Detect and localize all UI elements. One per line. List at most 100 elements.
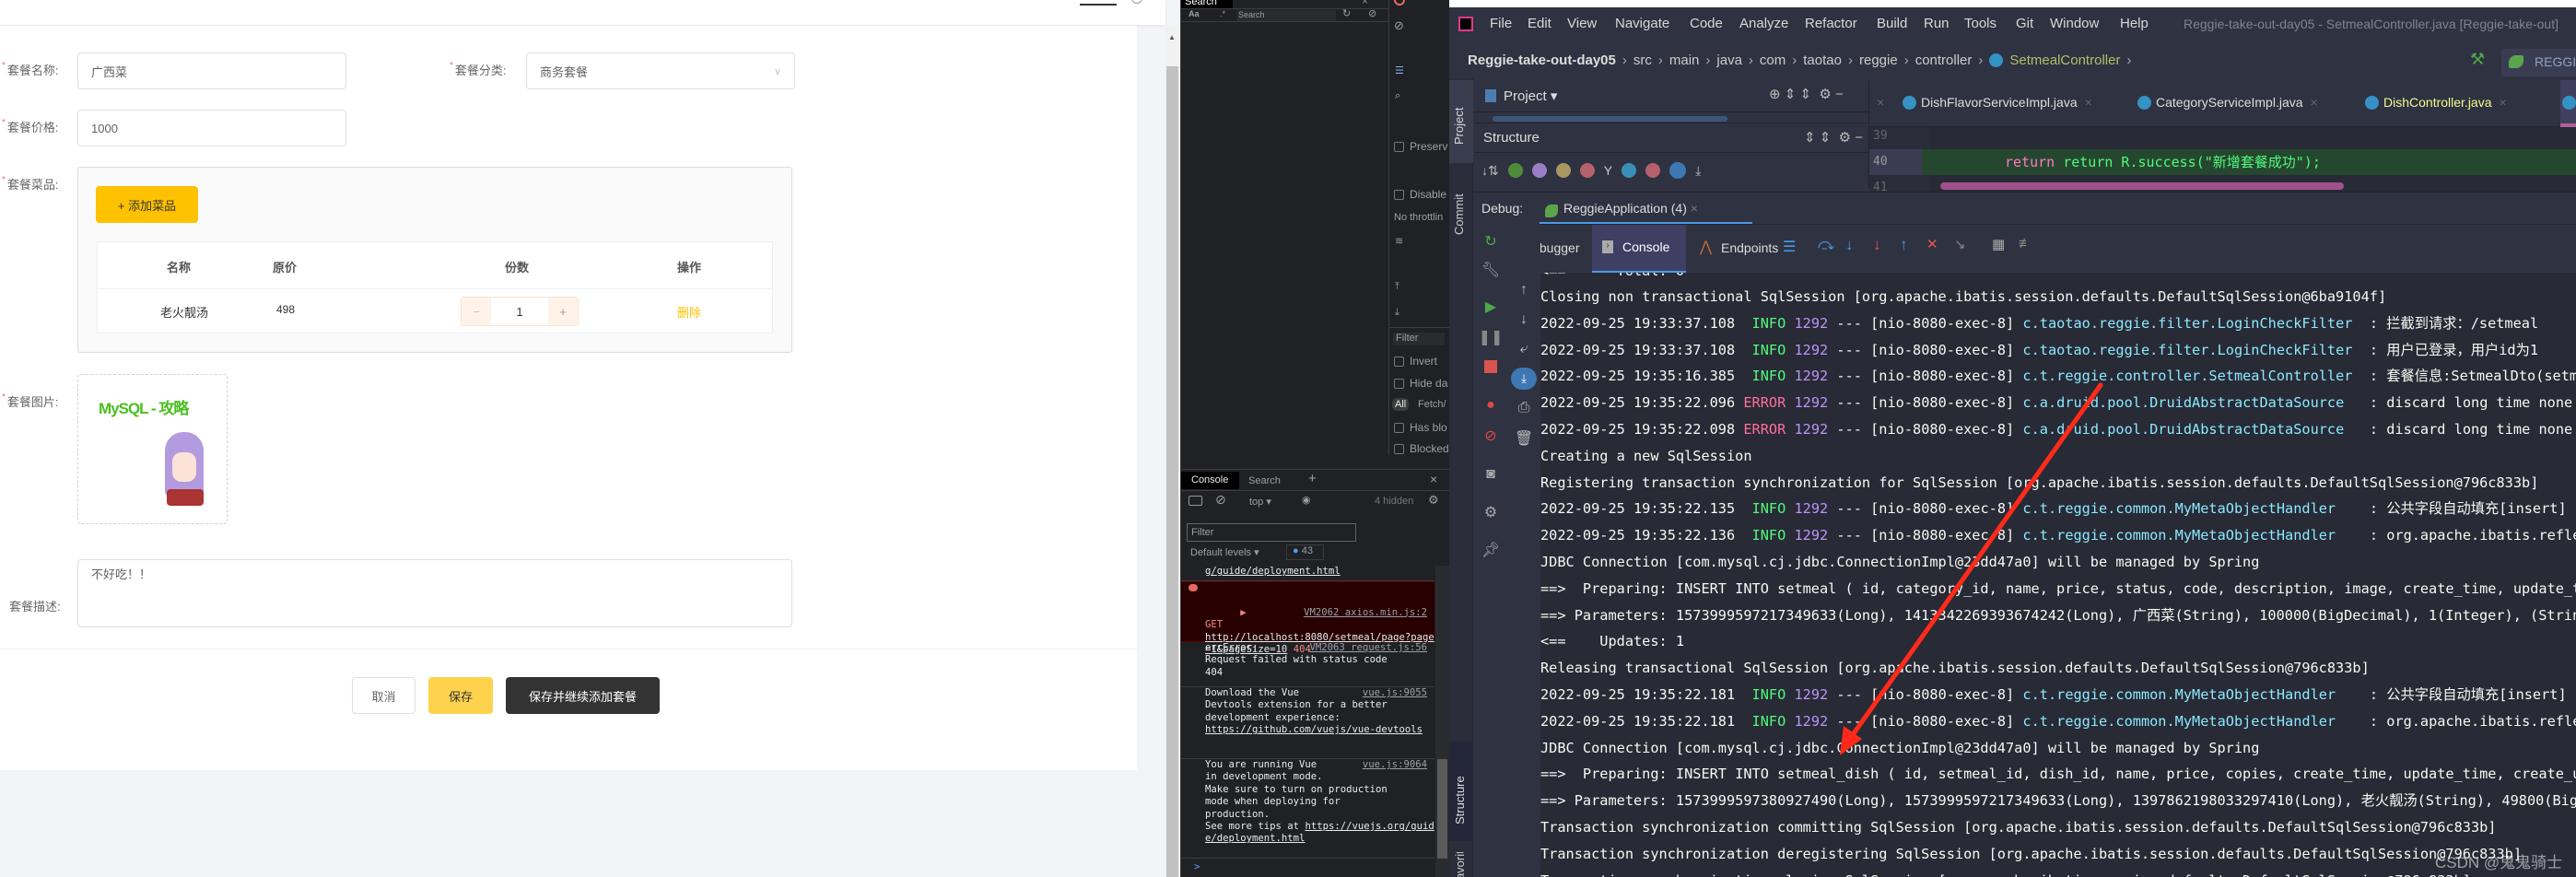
message-source-link[interactable]: VM2062 axios.min.js:2 xyxy=(1304,607,1427,619)
message-source-link[interactable]: vue.js:9064 xyxy=(1363,759,1427,771)
category-select[interactable]: 商务套餐 ∨ xyxy=(526,53,795,89)
add-tab-icon[interactable]: + xyxy=(1308,471,1317,486)
name-input[interactable]: 广西菜 xyxy=(77,53,346,89)
blocked-label: Blocked xyxy=(1410,442,1449,455)
context-select[interactable]: top ▾ xyxy=(1249,496,1271,508)
filter-icon[interactable]: ☰ xyxy=(1395,64,1404,76)
description-value: 不好吃！！ xyxy=(91,567,152,581)
blocked-requests-checkbox[interactable]: Blocked xyxy=(1394,442,1449,455)
cancel-button[interactable]: 取消 xyxy=(352,677,416,714)
dishes-label: * 套餐菜品: xyxy=(2,175,59,192)
search-toolbar: Aa .* Search ↻ ⊘ xyxy=(1181,8,1389,22)
image-uploader[interactable]: MySQL - 攻略 xyxy=(77,374,228,524)
live-expression-icon[interactable]: ◉ xyxy=(1302,494,1311,506)
console-scrollbar[interactable] xyxy=(1435,566,1449,877)
page-scrollbar[interactable]: ▲ xyxy=(1165,26,1179,877)
sidebar-toggle-icon[interactable] xyxy=(1188,496,1202,506)
close-drawer-icon[interactable]: × xyxy=(1430,472,1437,486)
price-input-value: 1000 xyxy=(91,121,118,135)
tab-console[interactable]: Console xyxy=(1181,472,1239,489)
console-message: VM2063 request.js:56 errError: Request fa… xyxy=(1181,642,1434,687)
message-source-link[interactable]: vue.js:9055 xyxy=(1363,687,1427,699)
network-filter-input[interactable]: Filter xyxy=(1393,333,1445,345)
chevron-down-icon: ∨ xyxy=(773,65,781,77)
message-text: Download the Vue Devtools extension for … xyxy=(1205,687,1388,723)
save-button[interactable]: 保存 xyxy=(428,677,493,714)
message-source-link[interactable]: VM2063 request.js:56 xyxy=(1309,642,1427,654)
network-sidebar: ⊘ ☰ ⌕ Preserv Disable No throttlin ≋ ⤒ ⤓… xyxy=(1389,0,1449,455)
web-page: * 套餐名称: 广西菜 * 套餐分类: 商务套餐 ∨ * 套餐价格: 1000 * 套餐菜… xyxy=(0,0,1180,877)
divider xyxy=(1389,327,1449,328)
save-continue-button[interactable]: 保存并继续添加套餐 xyxy=(506,677,660,714)
dishes-box: + 添加菜品 名称 原价 份数 操作 老火靓汤 498 − 1 + 删除 xyxy=(77,167,792,353)
name-input-value: 广西菜 xyxy=(91,64,128,79)
dish-name: 老火靓汤 xyxy=(160,306,209,320)
regex-toggle[interactable]: .* xyxy=(1220,9,1225,18)
category-label-text: 套餐分类: xyxy=(454,64,507,77)
invert-checkbox[interactable]: Invert xyxy=(1394,355,1437,368)
disable-cache-checkbox[interactable]: Disable xyxy=(1394,188,1446,201)
arrow-shaft xyxy=(1844,382,2103,745)
console-filter-input[interactable]: Filter xyxy=(1187,523,1356,542)
search-input[interactable]: Search xyxy=(1236,10,1336,21)
has-blocked-cookies-checkbox[interactable]: Has blo xyxy=(1394,421,1447,434)
tab-search[interactable]: Search xyxy=(1248,475,1281,486)
hidden-count: 4 hidden xyxy=(1375,496,1414,507)
preserve-log-label: Preserv xyxy=(1410,140,1448,153)
refresh-icon[interactable]: ↻ xyxy=(1342,7,1351,19)
price-input[interactable]: 1000 xyxy=(77,110,346,146)
scroll-up-icon[interactable]: ▲ xyxy=(1168,33,1176,41)
header-circle-icon[interactable] xyxy=(1131,0,1142,4)
red-annotation-arrow xyxy=(1840,382,2103,755)
messages-icon: ● xyxy=(1293,545,1302,556)
search-icon[interactable]: ⌕ xyxy=(1395,90,1400,102)
search-tab[interactable]: Search xyxy=(1181,0,1233,8)
copies-value[interactable]: 1 xyxy=(491,298,548,325)
message-count-badge[interactable]: ● 43 xyxy=(1286,544,1324,560)
import-icon[interactable]: ⤒ xyxy=(1395,281,1399,293)
add-dish-button[interactable]: + 添加菜品 xyxy=(96,186,198,223)
hide-data-urls-checkbox[interactable]: Hide da xyxy=(1394,377,1447,390)
col-copies: 份数 xyxy=(505,261,530,275)
scrollbar-thumb[interactable] xyxy=(1437,759,1447,859)
context-value: top xyxy=(1249,497,1264,508)
preserve-log-checkbox[interactable]: Preserv xyxy=(1394,140,1447,153)
network-conditions-icon[interactable]: ≋ xyxy=(1395,235,1403,247)
description-label: 套餐描述: xyxy=(9,597,61,614)
record-icon[interactable] xyxy=(1394,0,1405,6)
image-label: * 套餐图片: xyxy=(2,392,59,409)
watermark: CSDN @鬼鬼骑士 xyxy=(2435,854,2563,871)
filter-fetch-button[interactable]: Fetch/ xyxy=(1418,399,1446,410)
clear-console-icon[interactable]: ⊘ xyxy=(1215,492,1226,508)
match-case-toggle[interactable]: Aa xyxy=(1188,9,1200,18)
console-toolbar: ⊘ top ▾ ◉ 4 hidden ⚙ xyxy=(1181,490,1449,514)
devtools: Search × Aa .* Search ↻ ⊘ ⊘ ☰ ⌕ Preserv … xyxy=(1180,0,1449,877)
console-prompt[interactable]: > xyxy=(1194,860,1200,872)
description-textarea[interactable]: 不好吃！！ xyxy=(77,559,792,627)
console-messages: g/guide/deployment.html VM2062 axios.min… xyxy=(1181,566,1449,877)
console-error-message: VM2062 axios.min.js:2 ▶ GET http://localho… xyxy=(1181,581,1434,655)
console-settings-icon[interactable]: ⚙ xyxy=(1428,493,1439,508)
header-icons[interactable] xyxy=(1080,0,1117,6)
hide-data-label: Hide da xyxy=(1410,377,1448,390)
close-icon[interactable]: × xyxy=(1362,0,1368,7)
minus-button[interactable]: − xyxy=(462,298,491,325)
message-link[interactable]: g/guide/deployment.html xyxy=(1205,566,1341,577)
export-icon[interactable]: ⤓ xyxy=(1395,307,1399,319)
copies-stepper[interactable]: − 1 + xyxy=(461,297,579,326)
filter-all-button[interactable]: All xyxy=(1392,398,1410,411)
delete-link[interactable]: 删除 xyxy=(677,303,701,321)
clear-log-icon[interactable]: ⊘ xyxy=(1394,18,1404,33)
log-levels-select[interactable]: Default levels ▾ xyxy=(1190,546,1259,558)
throttling-select[interactable]: No throttlin xyxy=(1394,212,1443,223)
intellij-window: File Edit View Navigate Code Analyze Refactor B… xyxy=(1449,0,2576,877)
dishes-table: 名称 原价 份数 操作 老火靓汤 498 − 1 + 删除 xyxy=(97,241,773,333)
has-blocked-label: Has blo xyxy=(1410,421,1447,434)
plus-button[interactable]: + xyxy=(548,298,578,325)
message-link[interactable]: https://github.com/vuejs/vue-devtools xyxy=(1205,724,1423,735)
scrollbar-thumb[interactable] xyxy=(1166,66,1178,877)
table-row: 老火靓汤 498 − 1 + 删除 xyxy=(98,289,772,333)
clear-icon[interactable]: ⊘ xyxy=(1368,7,1376,19)
image-label-text: 套餐图片: xyxy=(6,395,59,409)
uploaded-image-caption: MySQL - 攻略 xyxy=(99,400,189,417)
